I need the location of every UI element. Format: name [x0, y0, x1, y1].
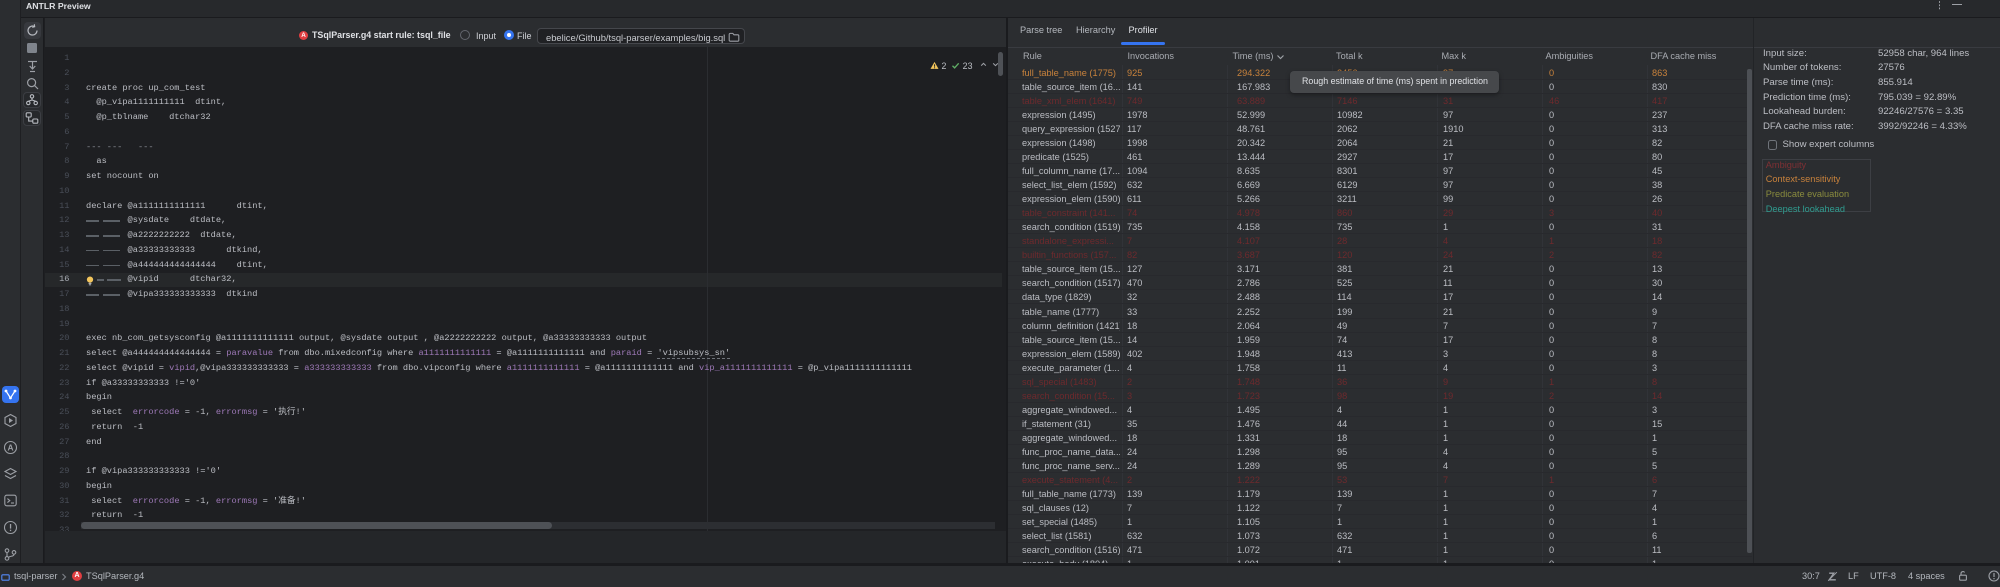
svg-text:A: A — [7, 442, 13, 452]
